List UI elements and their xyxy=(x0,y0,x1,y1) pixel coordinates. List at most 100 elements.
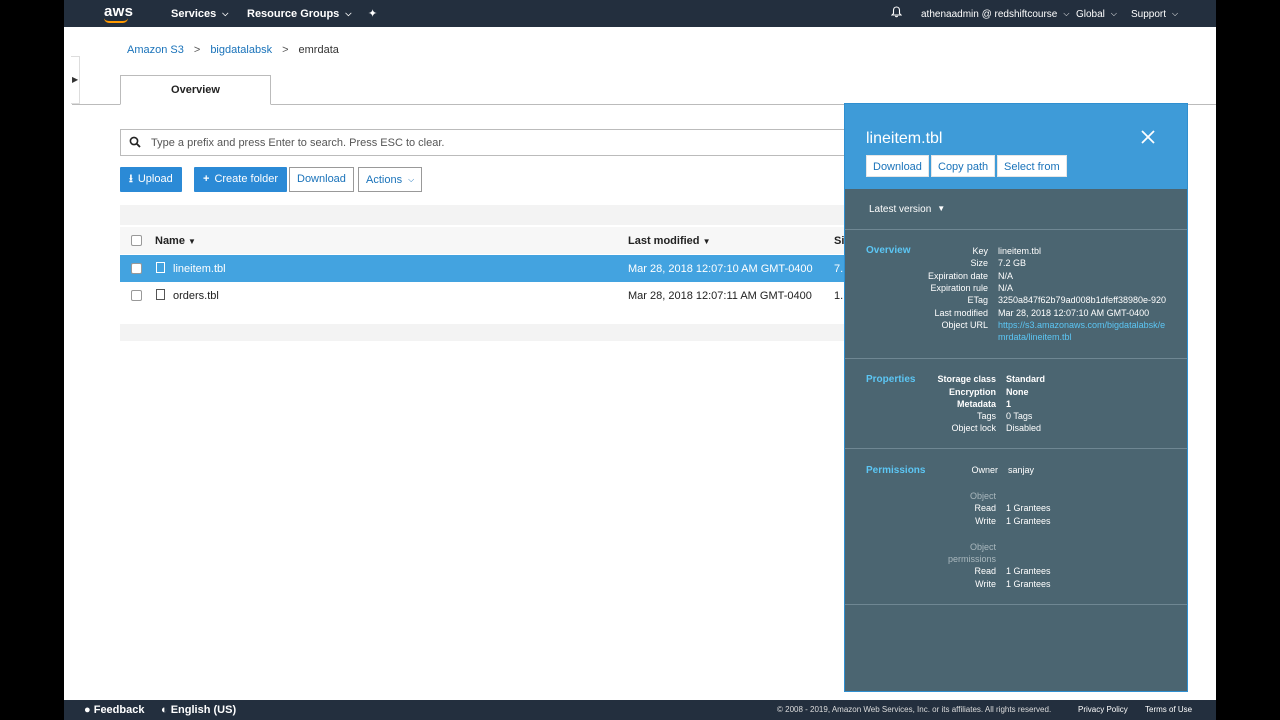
copyright-text: © 2008 - 2019, Amazon Web Services, Inc.… xyxy=(777,705,1052,714)
panel-header: lineitem.tbl Download Copy path Select f… xyxy=(845,104,1187,189)
console-window: aws Services ⌵ Resource Groups ⌵ ✦ athenaa… xyxy=(64,0,1216,720)
file-last-modified: Mar 28, 2018 12:07:11 AM GMT-0400 xyxy=(628,290,812,302)
file-last-modified: Mar 28, 2018 12:07:10 AM GMT-0400 xyxy=(628,263,813,275)
object-url-link-continued[interactable]: mrdata/lineitem.tbl xyxy=(998,332,1072,342)
tags-label: Tags xyxy=(976,411,996,421)
table-row[interactable]: lineitem.tbl Mar 28, 2018 12:07:10 AM GM… xyxy=(120,255,860,282)
file-size: 1. xyxy=(834,290,844,302)
region-label: Global xyxy=(1076,9,1105,20)
terms-of-use-link[interactable]: Terms of Use xyxy=(1145,705,1192,714)
upload-label: Upload xyxy=(137,173,173,185)
etag-label: ETag xyxy=(967,295,988,305)
storage-class-value: Standard xyxy=(1006,374,1046,384)
close-icon[interactable] xyxy=(1139,128,1157,146)
file-name[interactable]: orders.tbl xyxy=(173,290,219,302)
owner-label: Owner xyxy=(971,465,998,475)
breadcrumb-amazon-s3[interactable]: Amazon S3 xyxy=(127,44,184,56)
resource-groups-label: Resource Groups xyxy=(247,8,340,20)
select-from-button[interactable]: Select from xyxy=(997,155,1067,177)
actions-button[interactable]: Actions ⌵ xyxy=(358,167,423,192)
feedback-link[interactable]: ● Feedback xyxy=(84,704,144,716)
chevron-down-icon: ⌵ xyxy=(222,9,229,18)
breadcrumb-separator: > xyxy=(193,44,201,56)
language-label: English (US) xyxy=(170,704,237,716)
key-label: Key xyxy=(972,246,988,256)
permissions-write-label: Write xyxy=(975,579,996,589)
download-button[interactable]: Download xyxy=(289,167,354,192)
file-icon xyxy=(156,262,165,273)
row-checkbox[interactable] xyxy=(131,263,142,274)
version-label: Latest version xyxy=(869,204,932,215)
expiration-rule-value: N/A xyxy=(998,283,1014,293)
permissions-write-value: 1 Grantees xyxy=(1006,579,1051,589)
chevron-down-icon: ⌵ xyxy=(1172,9,1179,18)
last-modified-label: Last modified xyxy=(934,308,988,318)
object-permissions-group-label-continued: permissions xyxy=(947,554,996,564)
encryption-value: None xyxy=(1006,387,1029,397)
tab-overview[interactable]: Overview xyxy=(120,75,271,105)
create-folder-label: Create folder xyxy=(214,173,279,185)
select-all-checkbox[interactable] xyxy=(131,235,142,246)
caret-right-icon: ▶ xyxy=(72,75,79,84)
panel-divider xyxy=(845,604,1187,605)
object-permissions-group-label: Object xyxy=(969,542,996,552)
aws-logo-smile xyxy=(104,18,128,23)
services-menu[interactable]: Services ⌵ xyxy=(171,8,228,20)
panel-download-button[interactable]: Download xyxy=(866,155,929,177)
account-menu[interactable]: athenaadmin @ redshiftcourse ⌵ xyxy=(921,9,1069,20)
object-url-link[interactable]: https://s3.amazonaws.com/bigdatalabsk/e xyxy=(998,320,1165,330)
sort-down-icon: ▼ xyxy=(702,237,711,246)
breadcrumb-current-folder: emrdata xyxy=(298,44,339,56)
metadata-value: 1 xyxy=(1006,399,1012,409)
resource-groups-menu[interactable]: Resource Groups ⌵ xyxy=(247,8,351,20)
search-icon xyxy=(129,136,141,148)
pin-icon[interactable]: ✦ xyxy=(368,7,377,20)
caret-down-icon: ▼ xyxy=(937,204,946,213)
top-nav-bar: aws Services ⌵ Resource Groups ⌵ ✦ athenaa… xyxy=(64,0,1216,27)
file-name[interactable]: lineitem.tbl xyxy=(173,263,226,275)
plus-icon: + xyxy=(203,173,210,185)
owner-value: sanjay xyxy=(1008,465,1035,475)
metadata-label: Metadata xyxy=(956,399,996,409)
object-write-value: 1 Grantees xyxy=(1006,516,1051,526)
language-selector[interactable]: ◐ English (US) xyxy=(161,704,236,716)
actions-label: Actions xyxy=(366,174,403,186)
row-checkbox[interactable] xyxy=(131,290,142,301)
region-menu[interactable]: Global ⌵ xyxy=(1076,9,1117,20)
copy-path-button[interactable]: Copy path xyxy=(931,155,996,177)
upload-button[interactable]: ⭳ Upload xyxy=(120,167,182,192)
table-toolbar-band xyxy=(120,205,860,225)
column-header-name[interactable]: Name ▼ xyxy=(155,235,196,247)
column-header-last-modified[interactable]: Last modified ▼ xyxy=(628,235,711,247)
permissions-read-label: Read xyxy=(974,566,996,576)
etag-value: 3250a847f62b79ad008b1dfeff38980e-920 xyxy=(998,295,1167,305)
panel-divider xyxy=(845,229,1187,230)
support-menu[interactable]: Support ⌵ xyxy=(1131,9,1178,20)
search-input[interactable] xyxy=(151,134,831,152)
privacy-policy-link[interactable]: Privacy Policy xyxy=(1078,705,1128,714)
column-last-modified-label: Last modified xyxy=(628,235,700,247)
services-label: Services xyxy=(171,8,217,20)
table-footer-band xyxy=(120,324,860,341)
encryption-label: Encryption xyxy=(948,387,996,397)
breadcrumb-bucket[interactable]: bigdatalabsk xyxy=(210,44,272,56)
support-label: Support xyxy=(1131,9,1167,20)
version-dropdown[interactable]: Latest version ▼ xyxy=(869,204,945,215)
object-url-label: Object URL xyxy=(941,320,988,330)
expiration-date-value: N/A xyxy=(998,271,1014,281)
bell-icon[interactable] xyxy=(891,6,902,18)
speech-bubble-icon: ● xyxy=(84,704,91,716)
chevron-down-icon: ⌵ xyxy=(345,9,352,18)
breadcrumb: Amazon S3 > bigdatalabsk > emrdata xyxy=(127,44,339,56)
file-icon xyxy=(156,289,165,300)
feedback-label: Feedback xyxy=(93,704,145,716)
column-header-size[interactable]: Si xyxy=(834,235,844,247)
create-folder-button[interactable]: + Create folder xyxy=(194,167,288,192)
table-row[interactable]: orders.tbl Mar 28, 2018 12:07:11 AM GMT-… xyxy=(120,282,860,309)
panel-divider xyxy=(845,448,1187,449)
sort-down-icon: ▼ xyxy=(188,237,196,246)
sidebar-toggle[interactable]: ▶ xyxy=(71,56,80,104)
expiration-rule-label: Expiration rule xyxy=(930,283,988,293)
object-lock-label: Object lock xyxy=(951,423,996,433)
object-lock-value: Disabled xyxy=(1006,423,1042,433)
